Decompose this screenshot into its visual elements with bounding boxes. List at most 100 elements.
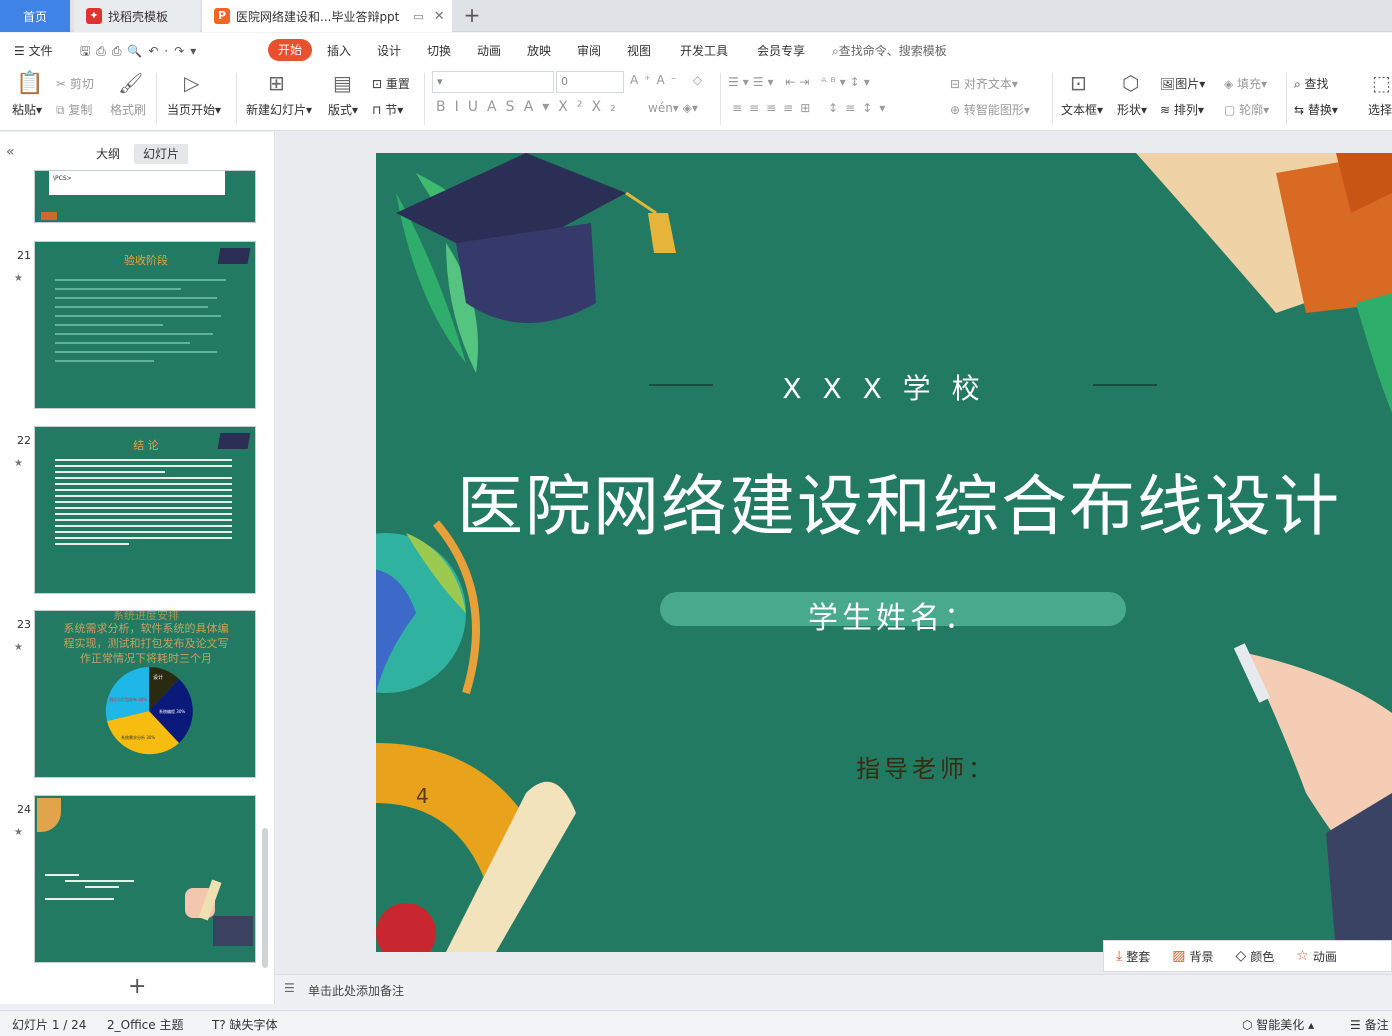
- cut-button[interactable]: ✂ 剪切: [56, 75, 94, 92]
- font-style-buttons[interactable]: BIUASA▾X²X₂: [436, 99, 625, 115]
- thumb-cap-decor: [217, 433, 251, 449]
- menu-start[interactable]: 开始: [268, 39, 312, 61]
- align-text-button[interactable]: ⊟ 对齐文本▾: [950, 75, 1018, 92]
- format-painter-icon[interactable]: 🖌: [118, 71, 143, 95]
- tab-template[interactable]: ✦ 找稻壳模板: [74, 0, 200, 32]
- missing-font-button[interactable]: T? 缺失字体: [212, 1016, 278, 1033]
- command-search[interactable]: ⌕查找命令、搜索模板: [832, 42, 947, 59]
- tab-home[interactable]: 首页: [0, 0, 70, 32]
- pie-label: 设计: [153, 674, 163, 681]
- text-box-icon[interactable]: ⊡: [1070, 71, 1087, 95]
- arrange-button[interactable]: ≋ 排列▾: [1160, 101, 1204, 118]
- paragraph-align-buttons[interactable]: ≡≡≡≡⊞ ↕≡↕▾: [732, 101, 892, 115]
- search-icon: ⌕: [832, 44, 839, 58]
- slide-thumbnail-20[interactable]: \PCS>: [34, 170, 256, 223]
- student-name-label[interactable]: 学生姓名：: [660, 593, 1126, 637]
- tab-bar: 首页 ✦ 找稻壳模板 P 医院网络建设和...毕业答辩ppt ▭ ✕ +: [0, 0, 1392, 32]
- menu-review[interactable]: 审阅: [577, 42, 601, 59]
- panel-scrollbar[interactable]: [262, 828, 268, 968]
- command-search-text: 查找命令、搜索模板: [838, 44, 947, 58]
- menu-design[interactable]: 设计: [377, 42, 401, 59]
- slide-thumbnail-22[interactable]: 结 论: [34, 426, 256, 594]
- paste-icon[interactable]: 📋: [16, 71, 43, 96]
- play-icon[interactable]: ▷: [184, 71, 199, 95]
- slide-title[interactable]: 医院网络建设和综合布线设计: [376, 453, 1392, 549]
- add-slide-button[interactable]: +: [128, 974, 146, 999]
- new-slide-button[interactable]: 新建幻灯片▾: [246, 101, 312, 118]
- picture-button[interactable]: 🖼图片▾: [1160, 75, 1205, 92]
- thumb-line: 系统需求分析，软件系统的具体编: [63, 622, 229, 635]
- text-box-button[interactable]: 文本框▾: [1061, 101, 1103, 118]
- fit-button[interactable]: ⤓ 整套: [1116, 948, 1150, 965]
- hamburger-icon: ☰: [14, 44, 29, 58]
- pie-label: 系统编程 30%: [159, 708, 185, 714]
- slide-canvas: 4 X X X 学 校 医院网络建设和综合布线设计 学生姓名： 指导老师：: [276, 132, 1392, 974]
- thumb-pie-chart: 设计 测试与打包发布 30% 系统编程 30% 系统需求分析 30%: [105, 667, 193, 755]
- background-button[interactable]: ▨ 背景: [1172, 948, 1213, 965]
- menu-developer[interactable]: 开发工具: [680, 42, 728, 59]
- select-icon[interactable]: ⬚: [1372, 71, 1391, 95]
- beautify-button[interactable]: ⬡ 智能美化 ▴: [1242, 1016, 1314, 1033]
- from-current-button[interactable]: 当页开始▾: [167, 101, 221, 118]
- background-icon: ▨: [1172, 948, 1186, 964]
- school-name[interactable]: X X X 学 校: [376, 367, 1392, 407]
- shape-button[interactable]: 形状▾: [1117, 101, 1147, 118]
- slide-number-24: 24: [17, 803, 31, 816]
- slide-illustrations: 4: [376, 153, 1392, 952]
- slide-thumbnail-24[interactable]: [34, 795, 256, 963]
- tab-slides[interactable]: 幻灯片: [134, 144, 188, 164]
- tab-document[interactable]: P 医院网络建设和...毕业答辩ppt ▭ ✕: [202, 0, 452, 32]
- phonetic-button[interactable]: wén▾ ◈▾: [648, 101, 698, 115]
- thumb-bullets: [55, 272, 235, 369]
- new-tab-button[interactable]: +: [460, 3, 484, 27]
- collapse-panel-icon[interactable]: «: [6, 144, 15, 160]
- font-size-combo[interactable]: 0: [556, 71, 624, 93]
- paste-button[interactable]: 粘贴▾: [12, 101, 42, 118]
- teacher-label[interactable]: 指导老师：: [856, 749, 996, 784]
- slide-number-22: 22: [17, 434, 31, 447]
- menu-transition[interactable]: 切换: [427, 42, 451, 59]
- section-button[interactable]: ⊓ 节▾: [372, 101, 403, 118]
- reset-button[interactable]: ⊡ 重置: [372, 75, 410, 92]
- svg-text:4: 4: [416, 784, 429, 808]
- menu-bar: ☰ 文件 🖫⎙⎙🔍↶·↷▾ 开始 插入 设计 切换 动画 放映 审阅 视图 开发…: [0, 33, 1392, 67]
- fill-button[interactable]: ◈ 填充▾: [1224, 75, 1267, 92]
- select-button[interactable]: 选择: [1368, 101, 1392, 118]
- notes-toggle-button[interactable]: ☰ 备注: [1350, 1016, 1389, 1033]
- ribbon-toolbar: 📋 粘贴▾ ✂ 剪切 ⧉ 复制 🖌 格式刷 ▷ 当页开始▾ ⊞ 新建幻灯片▾ ▤…: [0, 67, 1392, 131]
- menu-view[interactable]: 视图: [627, 42, 651, 59]
- close-icon[interactable]: ✕: [434, 9, 445, 24]
- thumb-table-text: \PCS>: [49, 171, 225, 195]
- new-slide-icon[interactable]: ⊞: [268, 71, 285, 95]
- shape-icon[interactable]: ⬡: [1122, 71, 1139, 95]
- menu-insert[interactable]: 插入: [327, 42, 351, 59]
- layout-icon[interactable]: ▤: [333, 71, 352, 95]
- slide-number-23: 23: [17, 618, 31, 631]
- color-button[interactable]: ◇ 颜色: [1235, 948, 1274, 965]
- find-button[interactable]: ⌕ 查找: [1294, 75, 1329, 92]
- menu-animation[interactable]: 动画: [477, 42, 501, 59]
- font-size-buttons[interactable]: A⁺A⁻ ◇: [630, 73, 708, 87]
- slide-thumbnail-23[interactable]: 系统进度安排 系统需求分析，软件系统的具体编 程实现，测试和打包发布及论文写 作…: [34, 610, 256, 778]
- notes-area[interactable]: ☰ 单击此处添加备注: [276, 974, 1392, 1004]
- smart-art-button[interactable]: ⊕ 转智能图形▾: [950, 101, 1030, 118]
- file-menu[interactable]: ☰ 文件: [14, 42, 53, 59]
- replace-button[interactable]: ⇆ 替换▾: [1294, 101, 1338, 118]
- copy-button[interactable]: ⧉ 复制: [56, 101, 92, 118]
- menu-slideshow[interactable]: 放映: [527, 42, 551, 59]
- layout-button[interactable]: 版式▾: [328, 101, 358, 118]
- slide-thumbnail-21[interactable]: 验收阶段: [34, 241, 256, 409]
- slide[interactable]: 4 X X X 学 校 医院网络建设和综合布线设计 学生姓名： 指导老师：: [376, 153, 1392, 952]
- menu-member[interactable]: 会员专享: [757, 42, 805, 59]
- animation-button[interactable]: ☆ 动画: [1296, 948, 1337, 965]
- theme-name[interactable]: 2_Office 主题: [107, 1016, 183, 1033]
- monitor-icon[interactable]: ▭: [413, 10, 423, 23]
- quick-access-toolbar[interactable]: 🖫⎙⎙🔍↶·↷▾: [80, 42, 202, 63]
- font-name-combo[interactable]: ▾: [432, 71, 554, 93]
- outline-button[interactable]: ▢ 轮廓▾: [1224, 101, 1269, 118]
- star-icon: ☆: [1296, 948, 1309, 964]
- list-buttons[interactable]: ☰▾☰▾ ⇤⇥ ᴬᴮ▾↕▾: [728, 75, 874, 89]
- pie-label: 系统需求分析 30%: [121, 734, 155, 740]
- tab-outline[interactable]: 大纲: [86, 144, 130, 164]
- format-painter-button[interactable]: 格式刷: [110, 101, 146, 118]
